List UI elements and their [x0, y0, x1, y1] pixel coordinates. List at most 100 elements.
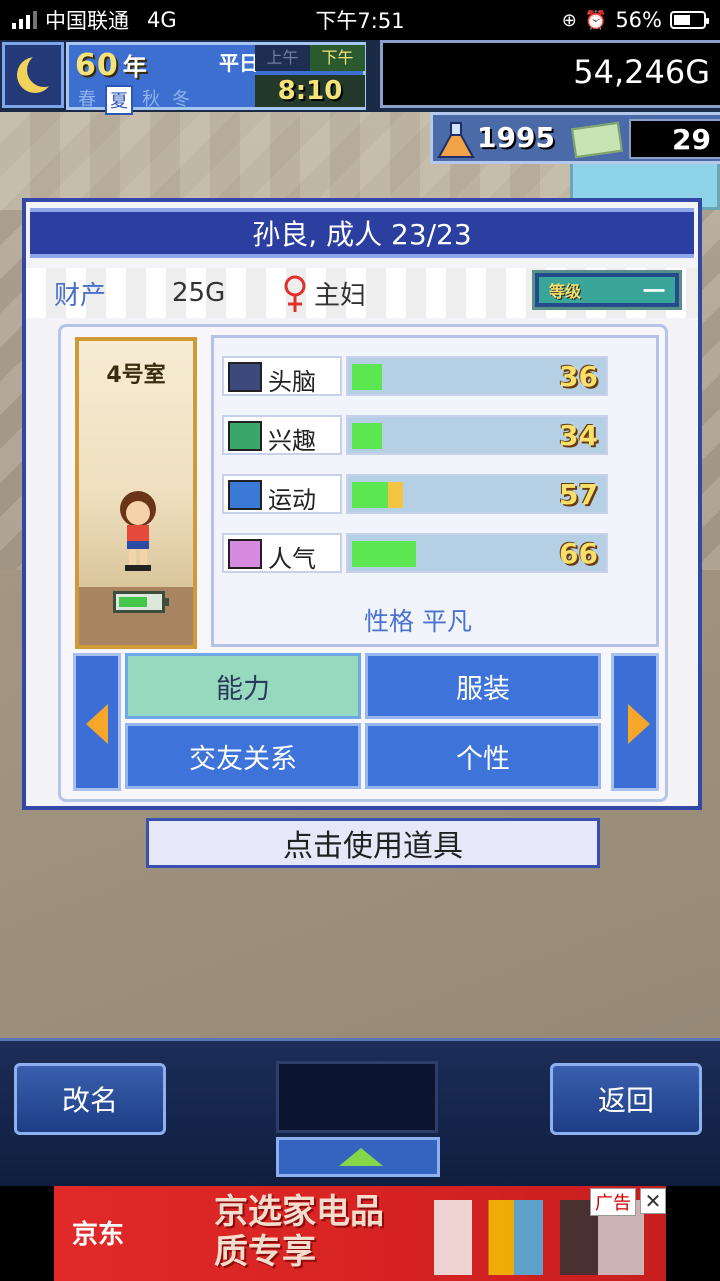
personality-label: 性格 平凡	[364, 607, 472, 636]
stat-value: 57	[559, 478, 598, 511]
rank-value: 一	[642, 280, 665, 305]
stats-box: 性格 平凡 头脑 36 兴趣 34 运动 57 人气 66	[211, 335, 659, 647]
character-info-row: 财产 25G 主妇 等级 一	[26, 268, 698, 318]
stat-name-box: 人气	[222, 533, 342, 573]
stat-row: 运动 57	[222, 474, 652, 514]
brain-monitor-icon	[228, 362, 262, 392]
rank-label: 等级	[549, 282, 582, 301]
money-box: 54,246G	[380, 40, 720, 108]
expand-menu-button[interactable]	[276, 1137, 440, 1177]
season-3: 冬	[172, 89, 190, 110]
stat-bar: 34	[346, 415, 608, 455]
stat-bar: 66	[346, 533, 608, 573]
character-avatar	[120, 491, 156, 571]
pm-label: 下午	[310, 45, 365, 71]
calendar-box[interactable]: 60 年 平日 春夏秋冬 上午 下午 8:10	[66, 42, 366, 115]
stat-bar-fill	[352, 541, 416, 567]
job-label: 主妇	[314, 280, 367, 311]
stat-name: 人气	[268, 545, 316, 573]
night-indicator[interactable]	[2, 42, 64, 108]
tab-area: 能力 服装 交友关系 个性	[73, 653, 659, 791]
ad-brand: 京东	[72, 1220, 125, 1250]
season-list: 春夏秋冬	[75, 85, 193, 115]
year-number: 60	[75, 48, 119, 83]
tickets-box: 29	[629, 119, 720, 159]
stat-name-box: 兴趣	[222, 415, 342, 455]
am-pm-toggle: 上午 下午	[255, 45, 365, 71]
year-unit: 年	[122, 53, 148, 81]
ad-banner: 京东 京选家电品质专享 广告 ✕	[0, 1186, 720, 1281]
prev-character-button[interactable]	[73, 653, 121, 791]
year-display: 60 年	[75, 47, 148, 83]
rename-button[interactable]: 改名	[14, 1063, 166, 1135]
stat-bar-fill	[352, 364, 382, 390]
panel-title-bar: 孙良, 成人 23/23	[30, 208, 694, 258]
rank-badge: 等级 一	[532, 270, 682, 310]
ad-tag: 广告	[590, 1188, 636, 1216]
stat-bar: 36	[346, 356, 608, 396]
energy-battery-icon	[113, 591, 169, 613]
ad-content[interactable]: 京东 京选家电品质专享 广告 ✕	[54, 1186, 666, 1281]
sports-figure-icon	[228, 480, 262, 510]
research-points: 1995	[477, 121, 555, 154]
stat-row: 人气 66	[222, 533, 652, 573]
ticket-icon	[571, 121, 623, 159]
tab-ability[interactable]: 能力	[125, 653, 361, 719]
stat-row: 兴趣 34	[222, 415, 652, 455]
stat-name: 运动	[268, 486, 316, 514]
tab-relationships[interactable]: 交友关系	[125, 723, 361, 789]
character-panel: 孙良, 成人 23/23 财产 25G 主妇 等级 一 4号室 性格 平凡 头脑…	[22, 198, 702, 810]
ad-headline: 京选家电品质专享	[214, 1192, 384, 1272]
game-clock: 8:10	[255, 75, 365, 107]
asset-label: 财产	[54, 280, 107, 311]
character-title: 孙良, 成人 23/23	[252, 218, 472, 251]
popularity-star-icon	[228, 539, 262, 569]
stats-area: 4号室 性格 平凡 头脑 36 兴趣 34 运动 57 人气 66 能力 服装 交友关系 个性	[58, 324, 668, 802]
money-amount: 54,246G	[573, 53, 710, 91]
status-right: ⊕ ⏰ 56%	[561, 8, 709, 32]
room-card[interactable]: 4号室	[75, 337, 197, 649]
stat-value: 66	[559, 537, 598, 570]
bottom-bar: 改名 返回	[0, 1038, 720, 1186]
resource-counters: 1995 29	[430, 112, 720, 164]
use-item-button[interactable]: 点击使用道具	[146, 818, 600, 868]
arrow-left-icon	[86, 704, 108, 744]
research-flask-icon	[437, 122, 475, 158]
moon-icon	[17, 53, 61, 93]
stat-bar-bonus-fill	[388, 482, 403, 508]
battery-icon	[670, 11, 709, 29]
stat-bar-fill	[352, 423, 382, 449]
weekday-label: 平日	[219, 51, 259, 75]
tab-outfit[interactable]: 服装	[365, 653, 601, 719]
bottom-center-slot	[276, 1061, 438, 1133]
tab-personality[interactable]: 个性	[365, 723, 601, 789]
rotation-lock-icon: ⊕	[561, 9, 577, 31]
season-1: 夏	[105, 85, 133, 115]
season-2: 秋	[142, 89, 160, 110]
am-label: 上午	[266, 48, 299, 67]
stat-bar-fill	[352, 482, 388, 508]
top-hud: 60 年 平日 春夏秋冬 上午 下午 8:10 54,246G	[0, 40, 720, 115]
season-0: 春	[78, 89, 96, 110]
stat-value: 34	[559, 419, 598, 452]
status-bar: 中国联通 4G 下午7:51 ⊕ ⏰ 56%	[0, 0, 720, 40]
back-button[interactable]: 返回	[550, 1063, 702, 1135]
interest-bubble-icon	[228, 421, 262, 451]
stat-value: 36	[559, 360, 598, 393]
arrow-right-icon	[628, 704, 650, 744]
ticket-count: 29	[672, 123, 711, 156]
arrow-up-icon	[339, 1148, 383, 1166]
asset-value: 25G	[172, 278, 226, 308]
battery-percent: 56%	[615, 8, 662, 32]
stat-name: 兴趣	[268, 427, 316, 455]
stat-name-box: 头脑	[222, 356, 342, 396]
stat-row: 头脑 36	[222, 356, 652, 396]
alarm-icon: ⏰	[584, 9, 608, 31]
room-label: 4号室	[106, 363, 166, 388]
stat-name-box: 运动	[222, 474, 342, 514]
next-character-button[interactable]	[611, 653, 659, 791]
female-icon	[284, 275, 306, 312]
stat-bar: 57	[346, 474, 608, 514]
ad-close-icon[interactable]: ✕	[640, 1188, 666, 1214]
stat-name: 头脑	[268, 368, 316, 396]
